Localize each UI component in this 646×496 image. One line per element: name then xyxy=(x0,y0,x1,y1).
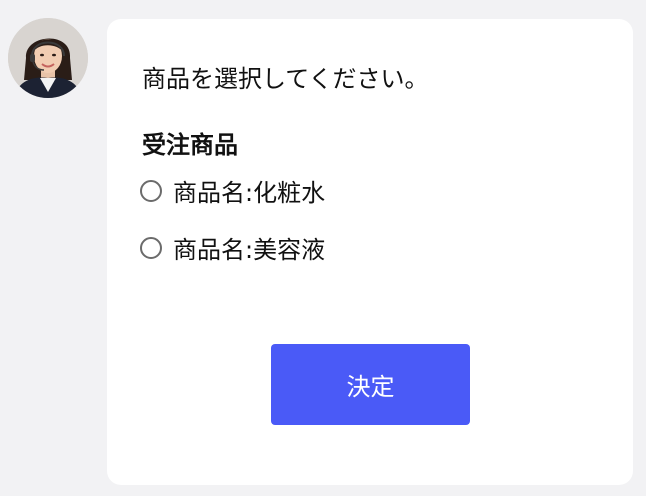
option-label: 商品名:美容液 xyxy=(173,236,326,264)
order-items-heading: 受注商品 xyxy=(142,131,238,159)
message-card: 商品を選択してください。 受注商品 商品名:化粧水 商品名:美容液 決定 xyxy=(107,19,633,485)
option-serum[interactable]: 商品名:美容液 xyxy=(140,230,325,265)
operator-portrait-image xyxy=(8,18,88,98)
operator-avatar xyxy=(8,18,88,98)
radio-circle-icon[interactable] xyxy=(140,236,162,259)
radio-circle-icon[interactable] xyxy=(140,179,162,202)
option-label: 商品名:化粧水 xyxy=(173,179,326,207)
submit-button[interactable]: 決定 xyxy=(271,344,470,425)
prompt-text: 商品を選択してください。 xyxy=(142,65,429,93)
option-lotion[interactable]: 商品名:化粧水 xyxy=(140,173,325,208)
